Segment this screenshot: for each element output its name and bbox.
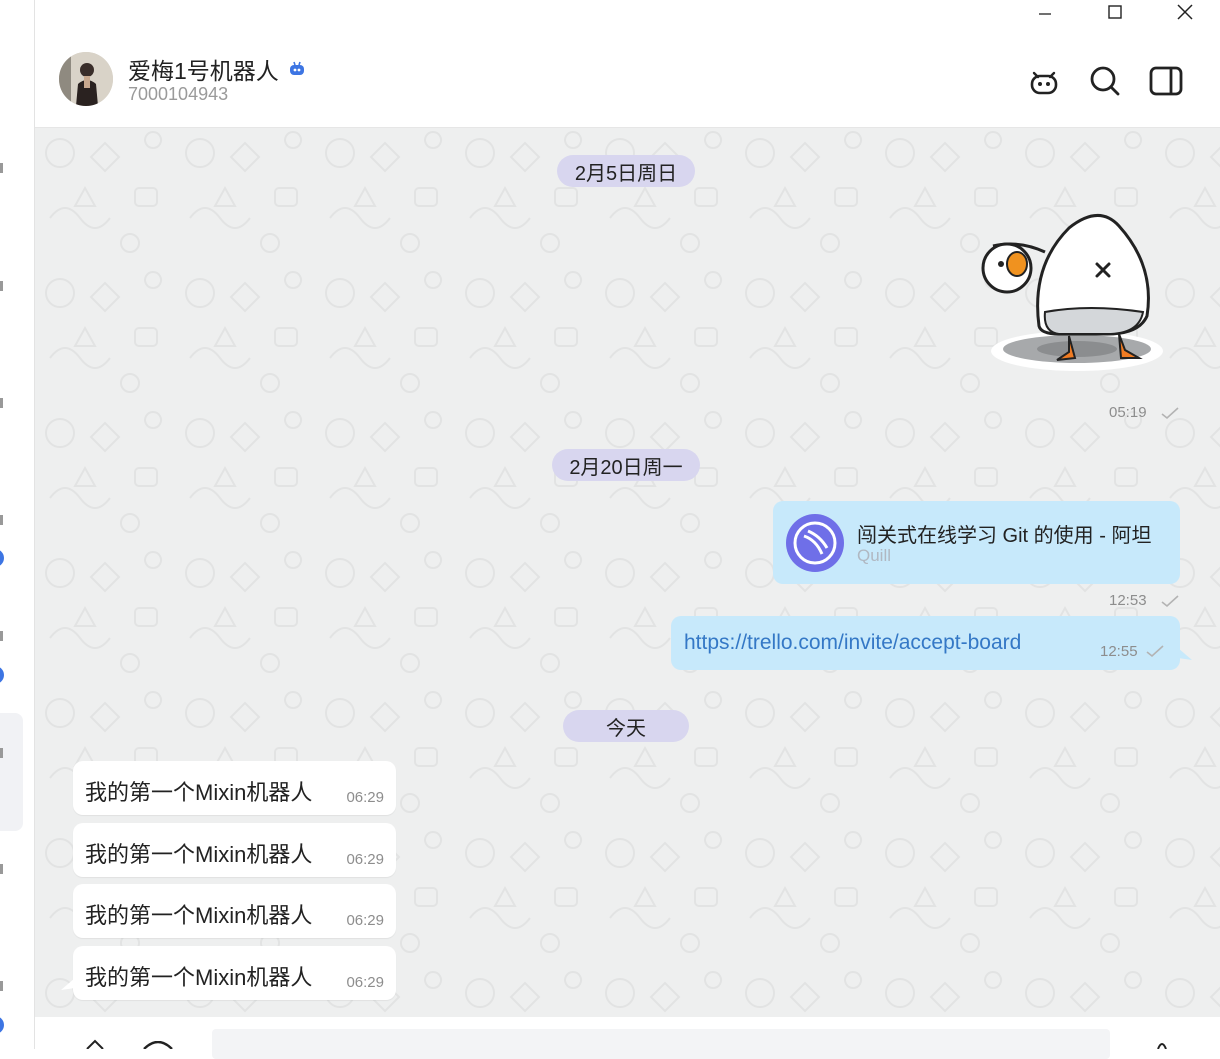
bot-badge-icon	[289, 61, 304, 75]
message-input[interactable]	[212, 1029, 1110, 1059]
composer-bar	[35, 1017, 1220, 1059]
minimize-button[interactable]	[1010, 0, 1080, 24]
incoming-message[interactable]: 我的第一个Mixin机器人 06:29	[73, 884, 396, 938]
link-preview-message[interactable]: 闯关式在线学习 Git 的使用 - 阿坦 Quill	[773, 501, 1180, 584]
incoming-message[interactable]: 我的第一个Mixin机器人 06:29	[61, 946, 396, 1000]
date-separator: 2月20日周一	[552, 449, 700, 481]
chat-title: 爱梅1号机器人	[128, 58, 279, 84]
message-text: 我的第一个Mixin机器人	[85, 842, 313, 867]
microphone-icon[interactable]	[1155, 1039, 1169, 1049]
date-separator: 2月5日周日	[557, 155, 695, 187]
search-icon	[1090, 66, 1119, 95]
message-time: 12:55	[1100, 643, 1138, 660]
window-controls	[1010, 0, 1220, 34]
date-separator: 今天	[563, 710, 689, 742]
chat-id: 7000104943	[128, 84, 229, 104]
incoming-message[interactable]: 我的第一个Mixin机器人 06:29	[73, 823, 396, 877]
sent-check-icon	[1161, 595, 1179, 607]
emoji-icon[interactable]	[141, 1041, 175, 1049]
close-button[interactable]	[1150, 0, 1220, 24]
list-tick	[0, 981, 3, 991]
message-time: 06:29	[346, 789, 384, 806]
minimize-icon	[1039, 13, 1051, 15]
quill-app-icon	[786, 514, 844, 572]
attach-icon[interactable]	[85, 1039, 105, 1049]
sent-check-icon	[1146, 645, 1164, 658]
message-text: 我的第一个Mixin机器人	[85, 780, 313, 805]
conversation-list-strip	[0, 0, 35, 1049]
message-time: 05:19	[1109, 404, 1147, 421]
list-tick	[0, 163, 3, 173]
list-tick	[0, 631, 3, 641]
message-time: 06:29	[346, 851, 384, 868]
unread-badge	[0, 666, 4, 684]
link-preview-title: 闯关式在线学习 Git 的使用 - 阿坦	[857, 525, 1152, 547]
message-time: 06:29	[346, 912, 384, 929]
message-list[interactable]: 2月5日周日 05:19 2月20日周一 闯关式在线学习 Git 的使用 - 阿…	[35, 128, 1220, 1017]
bubble-tail	[61, 978, 75, 990]
list-tick	[0, 748, 3, 758]
link-preview-source: Quill	[857, 546, 892, 565]
avatar[interactable]	[59, 52, 113, 106]
sidebar-icon	[1149, 66, 1182, 95]
selected-conversation[interactable]	[0, 713, 23, 831]
url-link[interactable]: https://trello.com/invite/accept-board	[684, 631, 1021, 655]
bubble-tail	[1178, 648, 1192, 660]
unread-badge	[0, 549, 4, 567]
sent-check-icon	[1161, 407, 1179, 419]
message-time: 12:53	[1109, 592, 1147, 609]
list-tick	[0, 281, 3, 291]
bot-menu-button[interactable]	[1025, 62, 1062, 99]
message-text: 我的第一个Mixin机器人	[85, 903, 313, 928]
list-tick	[0, 398, 3, 408]
list-tick	[0, 864, 3, 874]
list-tick	[0, 515, 3, 525]
maximize-button[interactable]	[1080, 0, 1150, 24]
message-time: 06:29	[346, 974, 384, 991]
search-button[interactable]	[1086, 62, 1123, 99]
message-text: 我的第一个Mixin机器人	[85, 965, 313, 990]
toggle-sidebar-button[interactable]	[1147, 62, 1184, 99]
sticker-goose-image	[981, 214, 1163, 371]
maximize-icon	[1108, 5, 1122, 19]
avatar-image	[59, 52, 113, 106]
bot-icon	[1030, 71, 1057, 94]
url-message[interactable]: https://trello.com/invite/accept-board 1…	[671, 616, 1192, 670]
incoming-message[interactable]: 我的第一个Mixin机器人 06:29	[73, 761, 396, 815]
close-icon	[1177, 4, 1193, 20]
chat-header: 爱梅1号机器人 7000104943	[35, 34, 1220, 128]
unread-badge	[0, 1016, 4, 1034]
